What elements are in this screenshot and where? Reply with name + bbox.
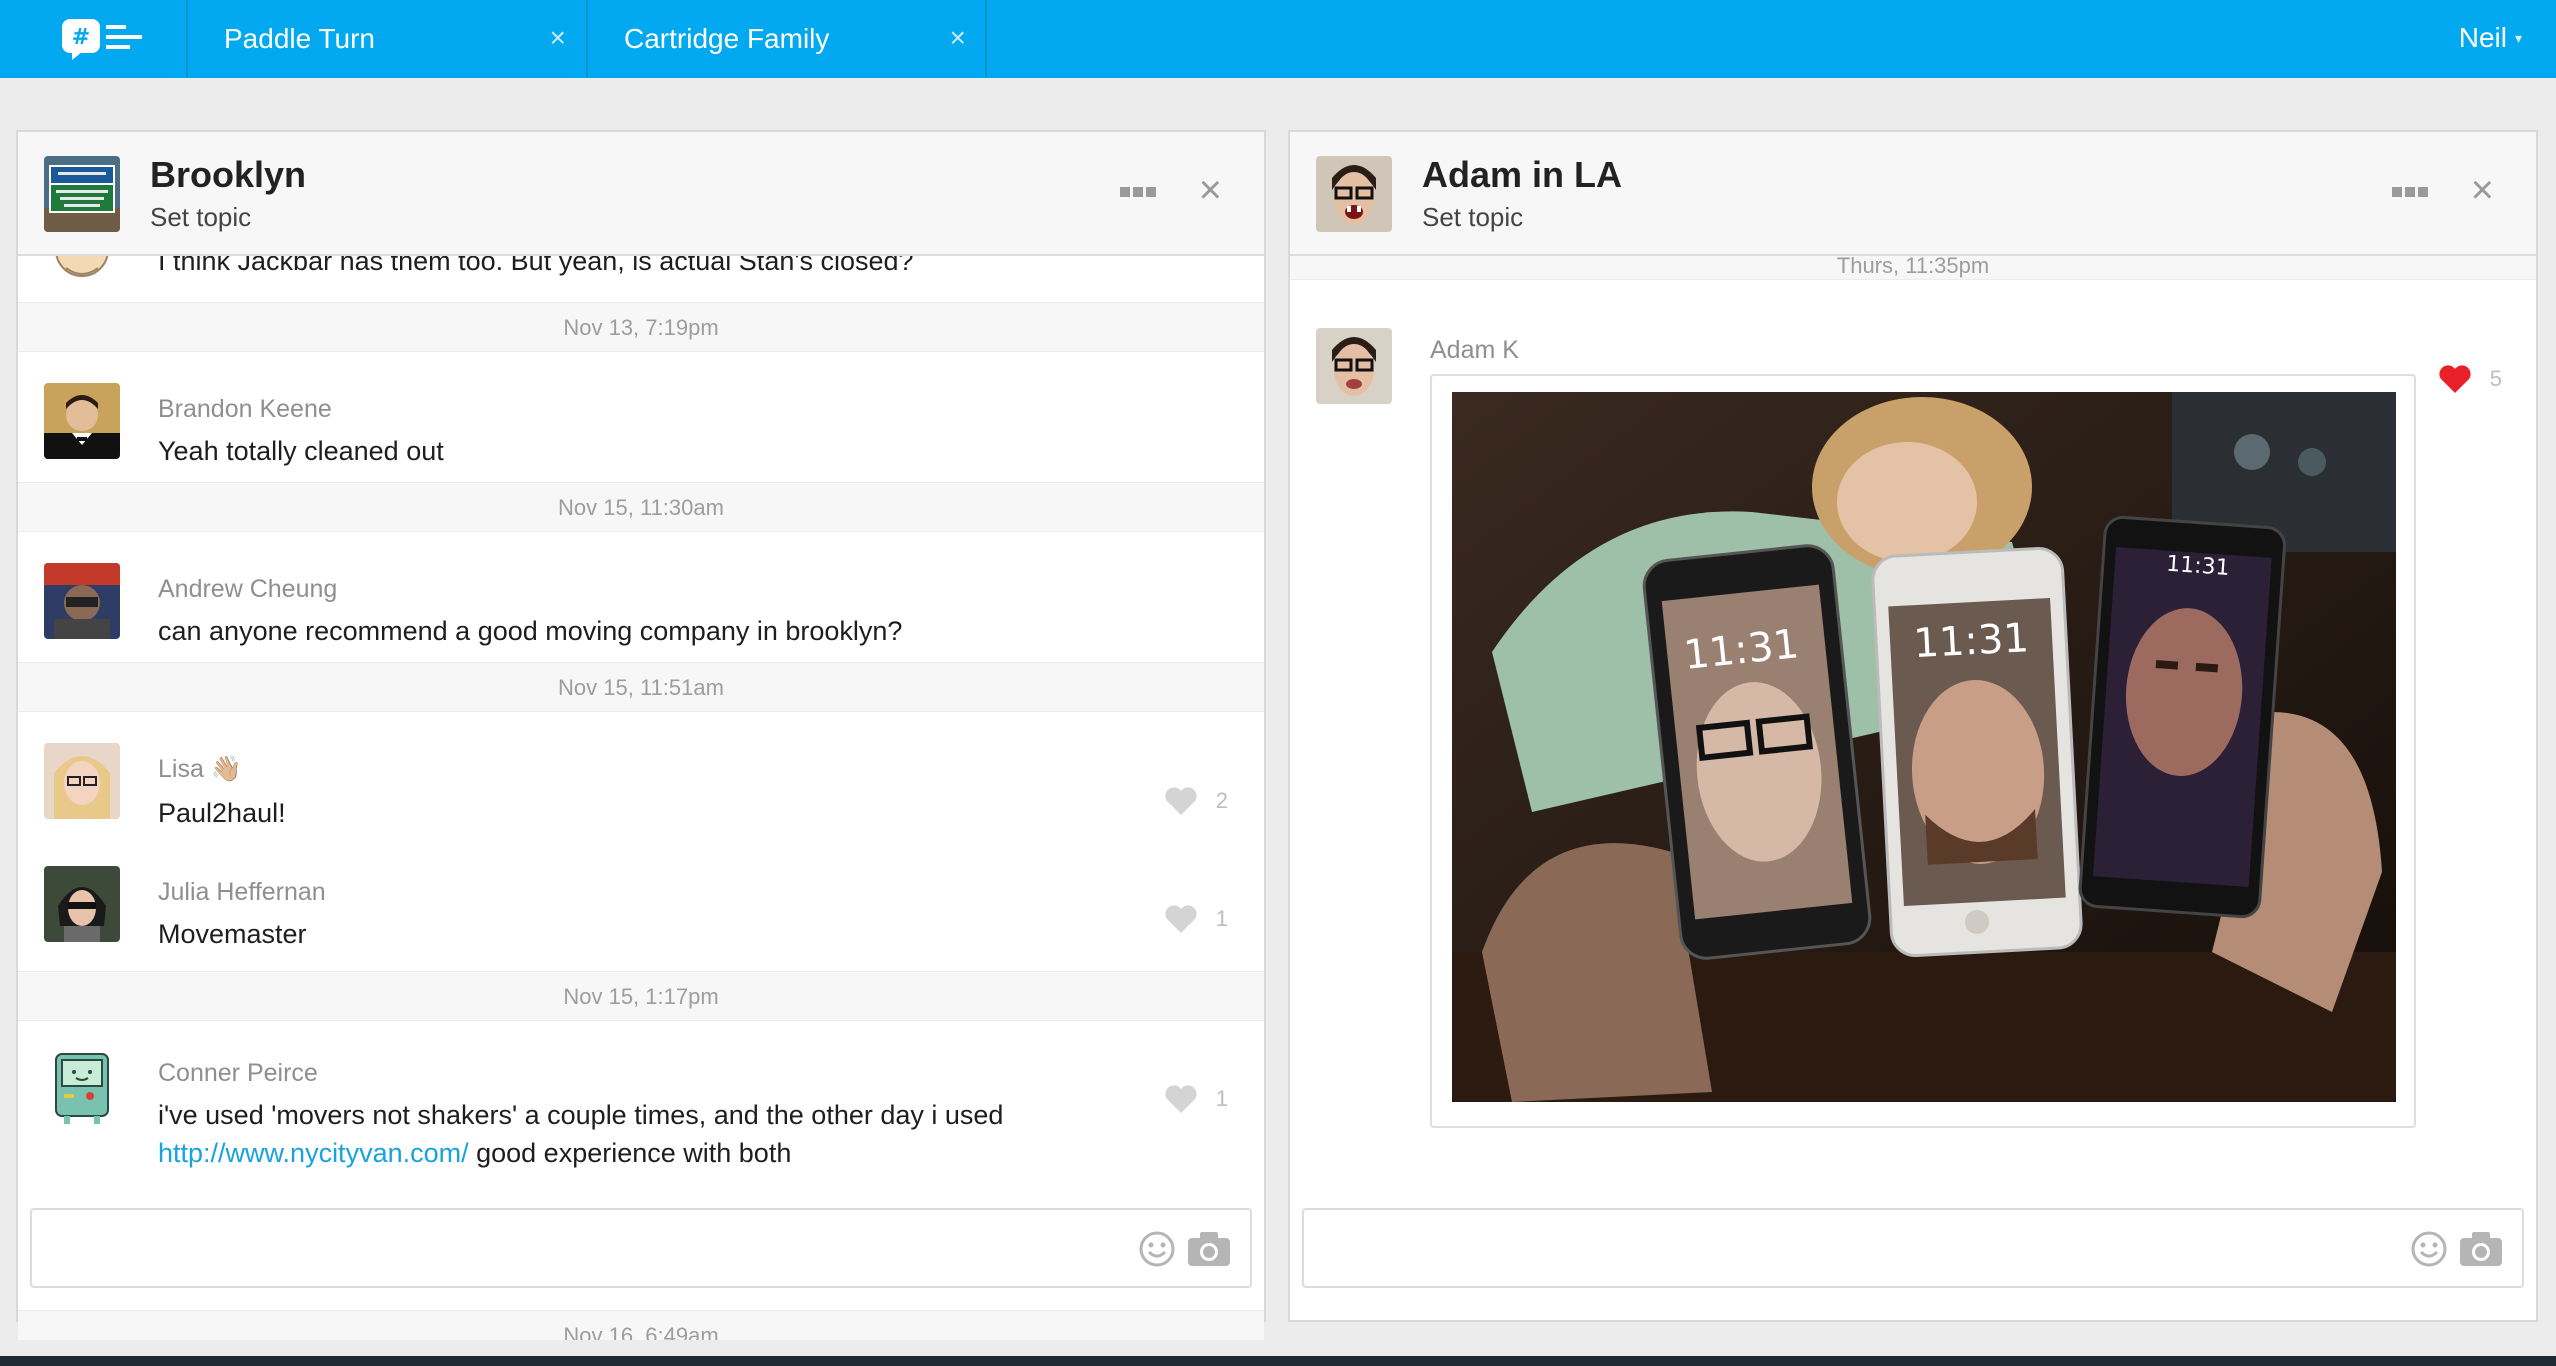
like-button[interactable]: 1 <box>1164 1084 1228 1114</box>
chat-logo-icon[interactable]: # <box>58 16 144 62</box>
tab-label: Cartridge Family <box>624 23 830 54</box>
chevron-down-icon: ▾ <box>2514 29 2522 46</box>
room-title: Adam in LA <box>1422 154 1623 195</box>
like-button[interactable]: 5 <box>2438 364 2502 394</box>
message-feed[interactable]: I think Jackbar has them too. But yeah, … <box>18 256 1264 1340</box>
message-input[interactable] <box>1304 1210 2522 1286</box>
date-separator: Thurs, 11:35pm <box>1290 256 2536 280</box>
panel-header: Adam in LA Set topic × <box>1290 132 2536 256</box>
tab-label: Paddle Turn <box>224 23 375 54</box>
photo[interactable]: 11:31 11:31 11:31 <box>1452 392 2396 1102</box>
message-input[interactable] <box>32 1210 1250 1286</box>
message-composer <box>1302 1208 2524 1288</box>
like-count: 1 <box>1215 906 1228 931</box>
message-author[interactable]: Brandon Keene <box>158 395 332 424</box>
like-count: 1 <box>1215 1086 1228 1111</box>
camera-icon[interactable] <box>1186 1230 1232 1268</box>
date-separator: Nov 15, 11:30am <box>18 482 1264 532</box>
phone-time: 11:31 <box>1912 615 2030 667</box>
room-title: Brooklyn <box>150 154 307 195</box>
message-text: Paul2haul! <box>158 798 286 828</box>
heart-icon <box>1165 787 1197 815</box>
avatar[interactable] <box>44 1050 120 1126</box>
like-count: 2 <box>1215 788 1228 813</box>
date-separator: Nov 16, 6:49am <box>18 1310 1264 1340</box>
heart-icon <box>1165 905 1197 933</box>
more-options-icon[interactable] <box>1120 184 1160 197</box>
avatar[interactable] <box>1316 328 1392 404</box>
date-separator: Nov 15, 11:51am <box>18 662 1264 712</box>
panel-header: Brooklyn Set topic × <box>18 132 1264 256</box>
message-link[interactable]: http://www.nycityvan.com/ <box>158 1138 469 1168</box>
message-feed[interactable]: Thurs, 11:35pm Adam K 5 11:31 11:31 11:3… <box>1290 256 2536 1340</box>
date-separator: Nov 13, 7:19pm <box>18 302 1264 352</box>
message-text: Movemaster <box>158 919 307 949</box>
message-author[interactable]: Julia Heffernan <box>158 878 326 907</box>
chat-panel-brooklyn: Brooklyn Set topic × I think Jackbar has… <box>16 130 1266 1340</box>
like-button[interactable]: 1 <box>1164 904 1228 934</box>
camera-icon[interactable] <box>2458 1230 2504 1268</box>
close-panel-icon[interactable]: × <box>2471 168 2494 213</box>
avatar[interactable] <box>44 866 120 942</box>
heart-icon <box>2439 365 2471 393</box>
heart-icon <box>1165 1085 1197 1113</box>
date-separator: Nov 15, 1:17pm <box>18 971 1264 1021</box>
avatar[interactable] <box>44 743 120 819</box>
close-tab-icon[interactable]: × <box>950 22 966 54</box>
tab-paddle-turn[interactable]: Paddle Turn × <box>186 0 586 78</box>
image-attachment[interactable]: 11:31 11:31 11:31 <box>1430 374 2416 1128</box>
close-panel-icon[interactable]: × <box>1199 168 1222 213</box>
message-text: I think Jackbar has them too. But yeah, … <box>158 256 914 276</box>
tab-divider <box>985 0 987 78</box>
set-topic-link[interactable]: Set topic <box>150 202 251 233</box>
phone-time: 11:31 <box>2165 552 2230 581</box>
avatar[interactable] <box>44 256 120 292</box>
message-composer <box>30 1208 1252 1288</box>
message-text: i've used 'movers not shakers' a couple … <box>158 1096 1003 1172</box>
window-bottom-edge <box>0 1356 2556 1366</box>
message-text-line: good experience with both <box>468 1138 792 1168</box>
message-text-line: i've used 'movers not shakers' a couple … <box>158 1100 1004 1130</box>
message-text: can anyone recommend a good moving compa… <box>158 616 903 646</box>
message-author[interactable]: Andrew Cheung <box>158 575 337 604</box>
emoji-icon[interactable] <box>1138 1230 1176 1268</box>
avatar[interactable] <box>44 383 120 459</box>
room-avatar[interactable] <box>44 156 120 232</box>
message-author[interactable]: Lisa 👋🏼 <box>158 755 242 784</box>
svg-text:#: # <box>72 25 90 50</box>
user-name: Neil <box>2458 22 2507 53</box>
set-topic-link[interactable]: Set topic <box>1422 202 1523 233</box>
close-tab-icon[interactable]: × <box>550 22 566 54</box>
avatar[interactable] <box>44 563 120 639</box>
emoji-icon[interactable] <box>2410 1230 2448 1268</box>
message-author[interactable]: Adam K <box>1430 336 1519 365</box>
message-author[interactable]: Conner Peirce <box>158 1059 318 1088</box>
like-button[interactable]: 2 <box>1164 786 1228 816</box>
user-menu[interactable]: Neil ▾ <box>2459 22 2522 54</box>
message-text: Yeah totally cleaned out <box>158 436 444 466</box>
chat-panel-adam-in-la: Adam in LA Set topic × Thurs, 11:35pm Ad… <box>1288 130 2538 1322</box>
top-bar: # Paddle Turn × Cartridge Family × Neil … <box>0 0 2556 78</box>
like-count: 5 <box>2489 366 2502 391</box>
room-avatar[interactable] <box>1316 156 1392 232</box>
tab-cartridge-family[interactable]: Cartridge Family × <box>586 0 986 78</box>
more-options-icon[interactable] <box>2392 184 2432 197</box>
